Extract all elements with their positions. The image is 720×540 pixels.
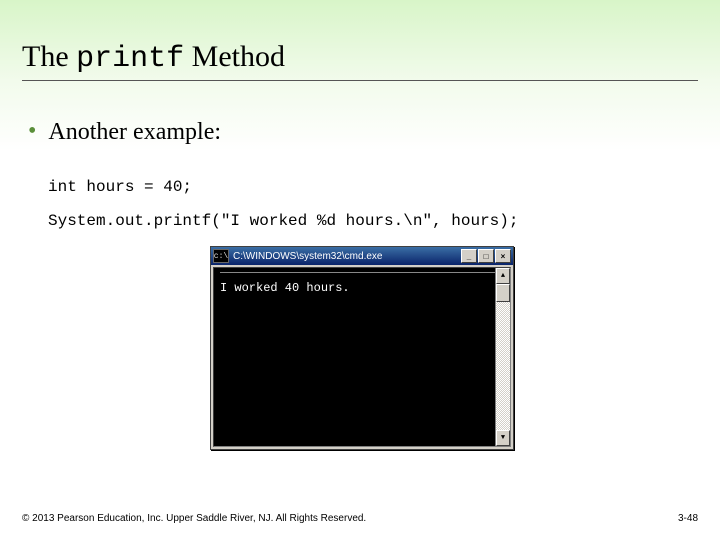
slide: The printf Method •Another example: int … xyxy=(0,0,720,540)
bullet-item: •Another example: xyxy=(28,118,221,146)
cmd-icon: c:\ xyxy=(213,249,229,263)
title-underline xyxy=(22,80,698,81)
scroll-track[interactable] xyxy=(496,284,510,430)
footer-copyright: © 2013 Pearson Education, Inc. Upper Sad… xyxy=(22,513,366,524)
console-body: I worked 40 hours. ▲ ▼ xyxy=(213,267,511,447)
bullet-dot-icon: • xyxy=(28,118,48,144)
console-window: c:\ C:\WINDOWS\system32\cmd.exe _ □ × I … xyxy=(210,246,514,450)
minimize-button[interactable]: _ xyxy=(461,249,477,263)
code-line-1: int hours = 40; xyxy=(48,178,192,196)
footer-page-number: 3-48 xyxy=(678,513,698,524)
console-caption: C:\WINDOWS\system32\cmd.exe xyxy=(233,251,461,262)
bullet-text: Another example: xyxy=(48,119,221,145)
maximize-button[interactable]: □ xyxy=(478,249,494,263)
console-output: I worked 40 hours. xyxy=(220,281,504,295)
scroll-down-button[interactable]: ▼ xyxy=(496,430,510,446)
slide-title: The printf Method xyxy=(22,40,285,76)
scroll-thumb[interactable] xyxy=(496,284,510,302)
title-pre: The xyxy=(22,40,76,73)
console-divider xyxy=(220,272,504,273)
window-buttons: _ □ × xyxy=(461,249,511,263)
title-mono: printf xyxy=(76,42,184,76)
scroll-up-button[interactable]: ▲ xyxy=(496,268,510,284)
console-scrollbar[interactable]: ▲ ▼ xyxy=(495,268,510,446)
close-button[interactable]: × xyxy=(495,249,511,263)
title-post: Method xyxy=(184,40,285,73)
console-titlebar: c:\ C:\WINDOWS\system32\cmd.exe _ □ × xyxy=(211,247,513,265)
code-line-2: System.out.printf("I worked %d hours.\n"… xyxy=(48,212,518,230)
